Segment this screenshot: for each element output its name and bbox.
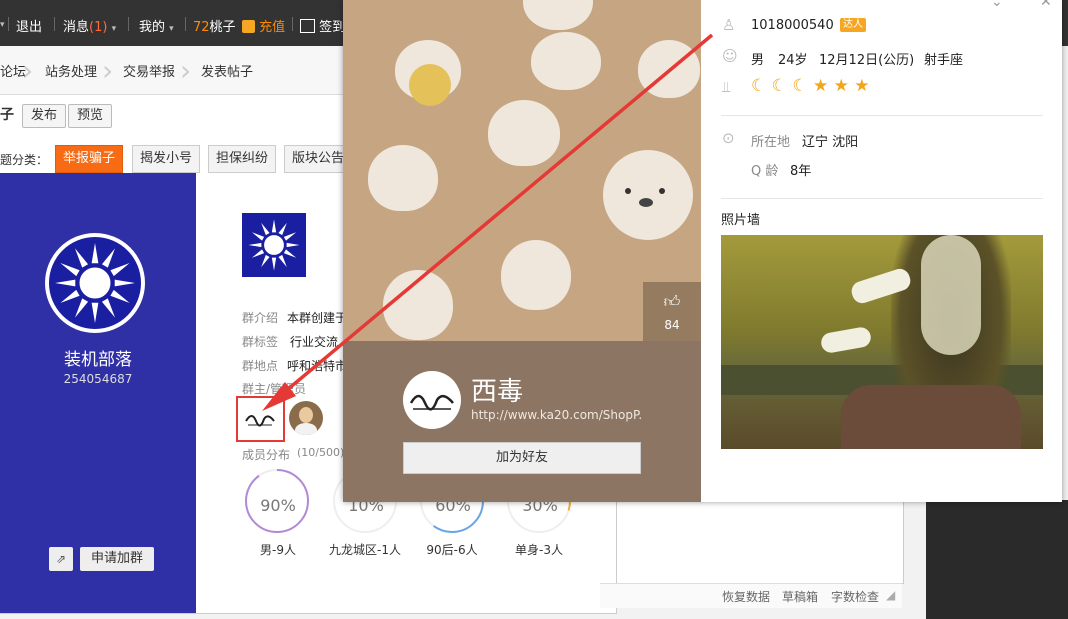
annotation-arrow: [262, 33, 714, 411]
